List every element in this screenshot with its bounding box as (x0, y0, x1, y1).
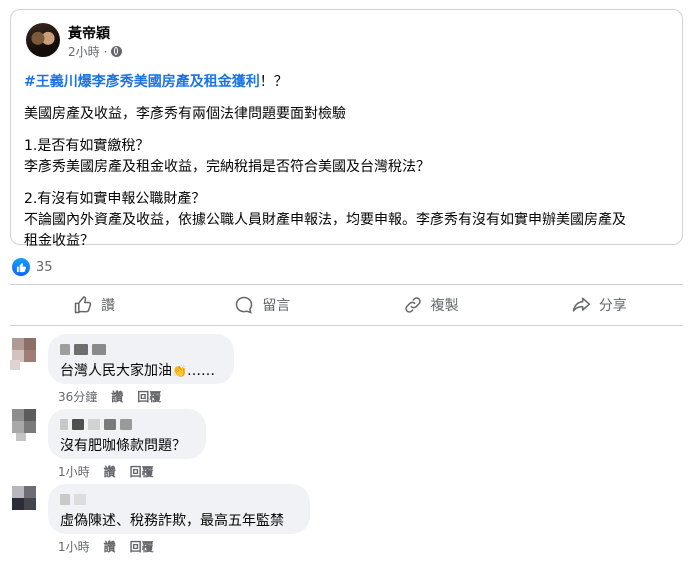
comment-bubble: 虛偽陳述、稅務詐欺，最高五年監禁 (48, 484, 310, 534)
divider-bottom (10, 325, 683, 326)
commenter-avatar[interactable] (12, 409, 36, 441)
comment-meta: 1小時 讚 回覆 (58, 538, 154, 555)
paragraph-2: 1.是否有如實繳稅？ 李彥秀美國房產及租金收益，完納稅捐是否符合美國及台灣稅法？ (24, 136, 674, 178)
commenter-avatar[interactable] (10, 338, 36, 370)
reaction-count: 35 (36, 259, 53, 275)
like-label: 讚 (101, 298, 116, 314)
comment-reply-button[interactable]: 回覆 (130, 463, 154, 480)
post-time[interactable]: 2小時 (68, 43, 100, 60)
copy-label: 複製 (430, 298, 459, 314)
hashtag-suffix: ！？ (259, 74, 288, 90)
comment-bubble: 台灣人民大家加油👏…… (48, 334, 234, 384)
comment-like-button[interactable]: 讚 (104, 538, 116, 555)
clapping-emoji-icon: 👏 (172, 364, 187, 378)
divider-top (10, 284, 683, 285)
paragraph-2-line-2: 李彥秀美國房產及租金收益，完納稅捐是否符合美國及台灣稅法？ (24, 159, 430, 175)
comment-time[interactable]: 1小時 (58, 538, 90, 555)
hashtag-link[interactable]: #王義川爆李彥秀美國房產及租金獲利 (24, 74, 260, 90)
author-avatar[interactable] (26, 23, 60, 57)
comment-meta: 1小時 讚 回覆 (58, 463, 154, 480)
post-card: 黃帝穎 2小時 · #王義川爆李彥秀美國房產及租金獲利！？ 美國房產及收益，李彥… (10, 9, 683, 249)
paragraph-1: 美國房產及收益，李彥秀有兩個法律問題要面對檢驗 (24, 104, 674, 125)
comment-reply-button[interactable]: 回覆 (130, 538, 154, 555)
author-name[interactable]: 黃帝穎 (68, 23, 110, 43)
paragraph-2-line-1: 1.是否有如實繳稅？ (24, 138, 150, 154)
comment-button[interactable]: 留言 (178, 286, 346, 324)
comment-like-button[interactable]: 讚 (111, 388, 123, 405)
comment-ellipsis: …… (186, 363, 215, 379)
share-button[interactable]: 分享 (515, 286, 683, 324)
comment-bubble: 沒有肥咖條款問題？ (48, 409, 206, 459)
commenter-name-redacted[interactable] (60, 342, 222, 356)
meta-dot: · (103, 44, 108, 59)
comment-bubble-icon (236, 296, 253, 314)
comment-label: 留言 (262, 298, 291, 314)
comment-text-main: 台灣人民大家加油 (60, 363, 172, 379)
comment-reply-button[interactable]: 回覆 (137, 388, 161, 405)
paragraph-1-line: 美國房產及收益，李彥秀有兩個法律問題要面對檢驗 (24, 106, 346, 122)
commenter-avatar[interactable] (12, 486, 36, 510)
thumbs-up-icon (74, 296, 92, 314)
post-body: #王義川爆李彥秀美國房產及租金獲利！？ 美國房產及收益，李彥秀有兩個法律問題要面… (24, 72, 674, 263)
link-icon (404, 297, 421, 313)
comment-time[interactable]: 1小時 (58, 463, 90, 480)
commenter-name-redacted[interactable] (60, 492, 298, 506)
action-bar: 讚 留言 複製 分享 (10, 286, 683, 324)
copy-button[interactable]: 複製 (347, 286, 515, 324)
comment-text: 虛偽陳述、稅務詐欺，最高五年監禁 (60, 513, 284, 529)
like-reaction-icon (12, 258, 30, 276)
paragraph-3-line-3: 租金收益？ (24, 233, 94, 249)
globe-icon[interactable] (111, 46, 123, 57)
post-meta: 2小時 · (68, 43, 123, 60)
share-arrow-icon (572, 297, 590, 312)
comment-time[interactable]: 36分鐘 (58, 388, 97, 405)
comment-like-button[interactable]: 讚 (104, 463, 116, 480)
share-label: 分享 (598, 298, 627, 314)
commenter-name-redacted[interactable] (60, 417, 194, 431)
comment-meta: 36分鐘 讚 回覆 (58, 388, 161, 405)
comment-text: 台灣人民大家加油👏…… (60, 360, 222, 380)
paragraph-3: 2.有沒有如實申報公職財產？ 不論國內外資產及收益，依據公職人員財產申報法，均要… (24, 189, 674, 252)
like-button[interactable]: 讚 (10, 286, 178, 324)
comment-text: 沒有肥咖條款問題？ (60, 438, 186, 454)
paragraph-3-line-2: 不論國內外資產及收益，依據公職人員財產申報法，均要申報。李彥秀有沒有如實申辦美國… (24, 212, 626, 228)
reaction-summary[interactable]: 35 (12, 258, 53, 276)
paragraph-3-line-1: 2.有沒有如實申報公職財產？ (24, 191, 206, 207)
